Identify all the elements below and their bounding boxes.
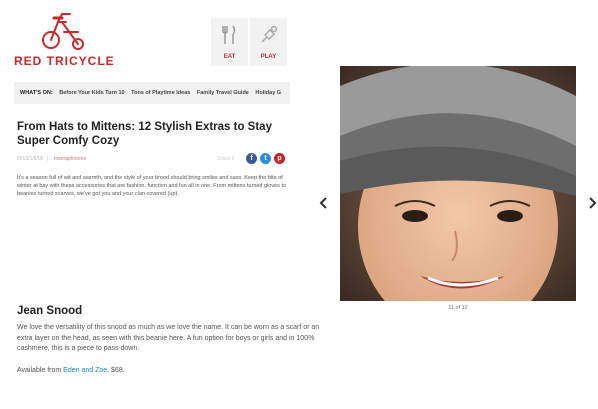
availability-prefix: Available from — [17, 367, 64, 374]
brand-name: RED TRICYCLE — [14, 54, 115, 68]
article-author[interactable]: mseraphreene — [54, 156, 86, 162]
pinterest-glyph: p — [277, 155, 282, 162]
twitter-glyph: t — [264, 155, 267, 162]
pinterest-icon[interactable]: p — [274, 153, 285, 164]
facebook-glyph: f — [250, 155, 253, 162]
brand-logo[interactable]: RED TRICYCLE — [14, 8, 114, 68]
retailer-link[interactable]: Eden and Zoe — [63, 367, 107, 374]
sub-nav-item[interactable]: Family Travel Guide — [197, 90, 249, 96]
nav-play[interactable]: PLAY — [250, 18, 287, 66]
article-date: 2013/1/8/08 — [17, 156, 44, 162]
sub-nav-item[interactable]: Holiday G — [255, 90, 281, 96]
twitter-icon[interactable]: t — [260, 153, 271, 164]
whats-on-bar: WHAT'S ON: Before Your Kids Turn 10 Tons… — [14, 82, 290, 104]
item-title: Jean Snood — [17, 305, 83, 317]
sub-nav-item[interactable]: Before Your Kids Turn 10 — [59, 90, 124, 96]
availability-price: , $68. — [107, 367, 125, 374]
share-label: Share it — [217, 156, 235, 162]
article-meta: 2013/1/8/08 | mseraphreene Share it f t … — [17, 153, 289, 167]
article-title: From Hats to Mittens: 12 Stylish Extras … — [17, 121, 272, 147]
meta-separator: | — [47, 156, 49, 162]
item-description: We love the versatility of this snood as… — [17, 324, 320, 352]
gallery-counter: 11 of 12 — [448, 305, 468, 311]
facebook-icon[interactable]: f — [246, 153, 257, 164]
child-portrait-image — [340, 66, 576, 301]
whats-on-label: WHAT'S ON: — [20, 90, 53, 96]
puzzle-icon — [250, 24, 287, 46]
nav-eat-label: EAT — [223, 54, 236, 60]
fork-knife-icon — [211, 24, 248, 46]
tricycle-icon — [42, 13, 84, 50]
nav-play-label: PLAY — [260, 54, 277, 60]
article-intro: It's a season full of wit and warmth, an… — [17, 175, 287, 197]
gallery-photo — [340, 66, 576, 301]
availability-line: Available from Eden and Zoe, $68. — [17, 367, 125, 374]
nav-eat[interactable]: EAT — [211, 18, 248, 66]
chevron-left-icon[interactable] — [319, 196, 329, 210]
chevron-right-icon[interactable] — [587, 196, 597, 210]
sub-nav-item[interactable]: Tons of Playtime Ideas — [131, 90, 190, 96]
